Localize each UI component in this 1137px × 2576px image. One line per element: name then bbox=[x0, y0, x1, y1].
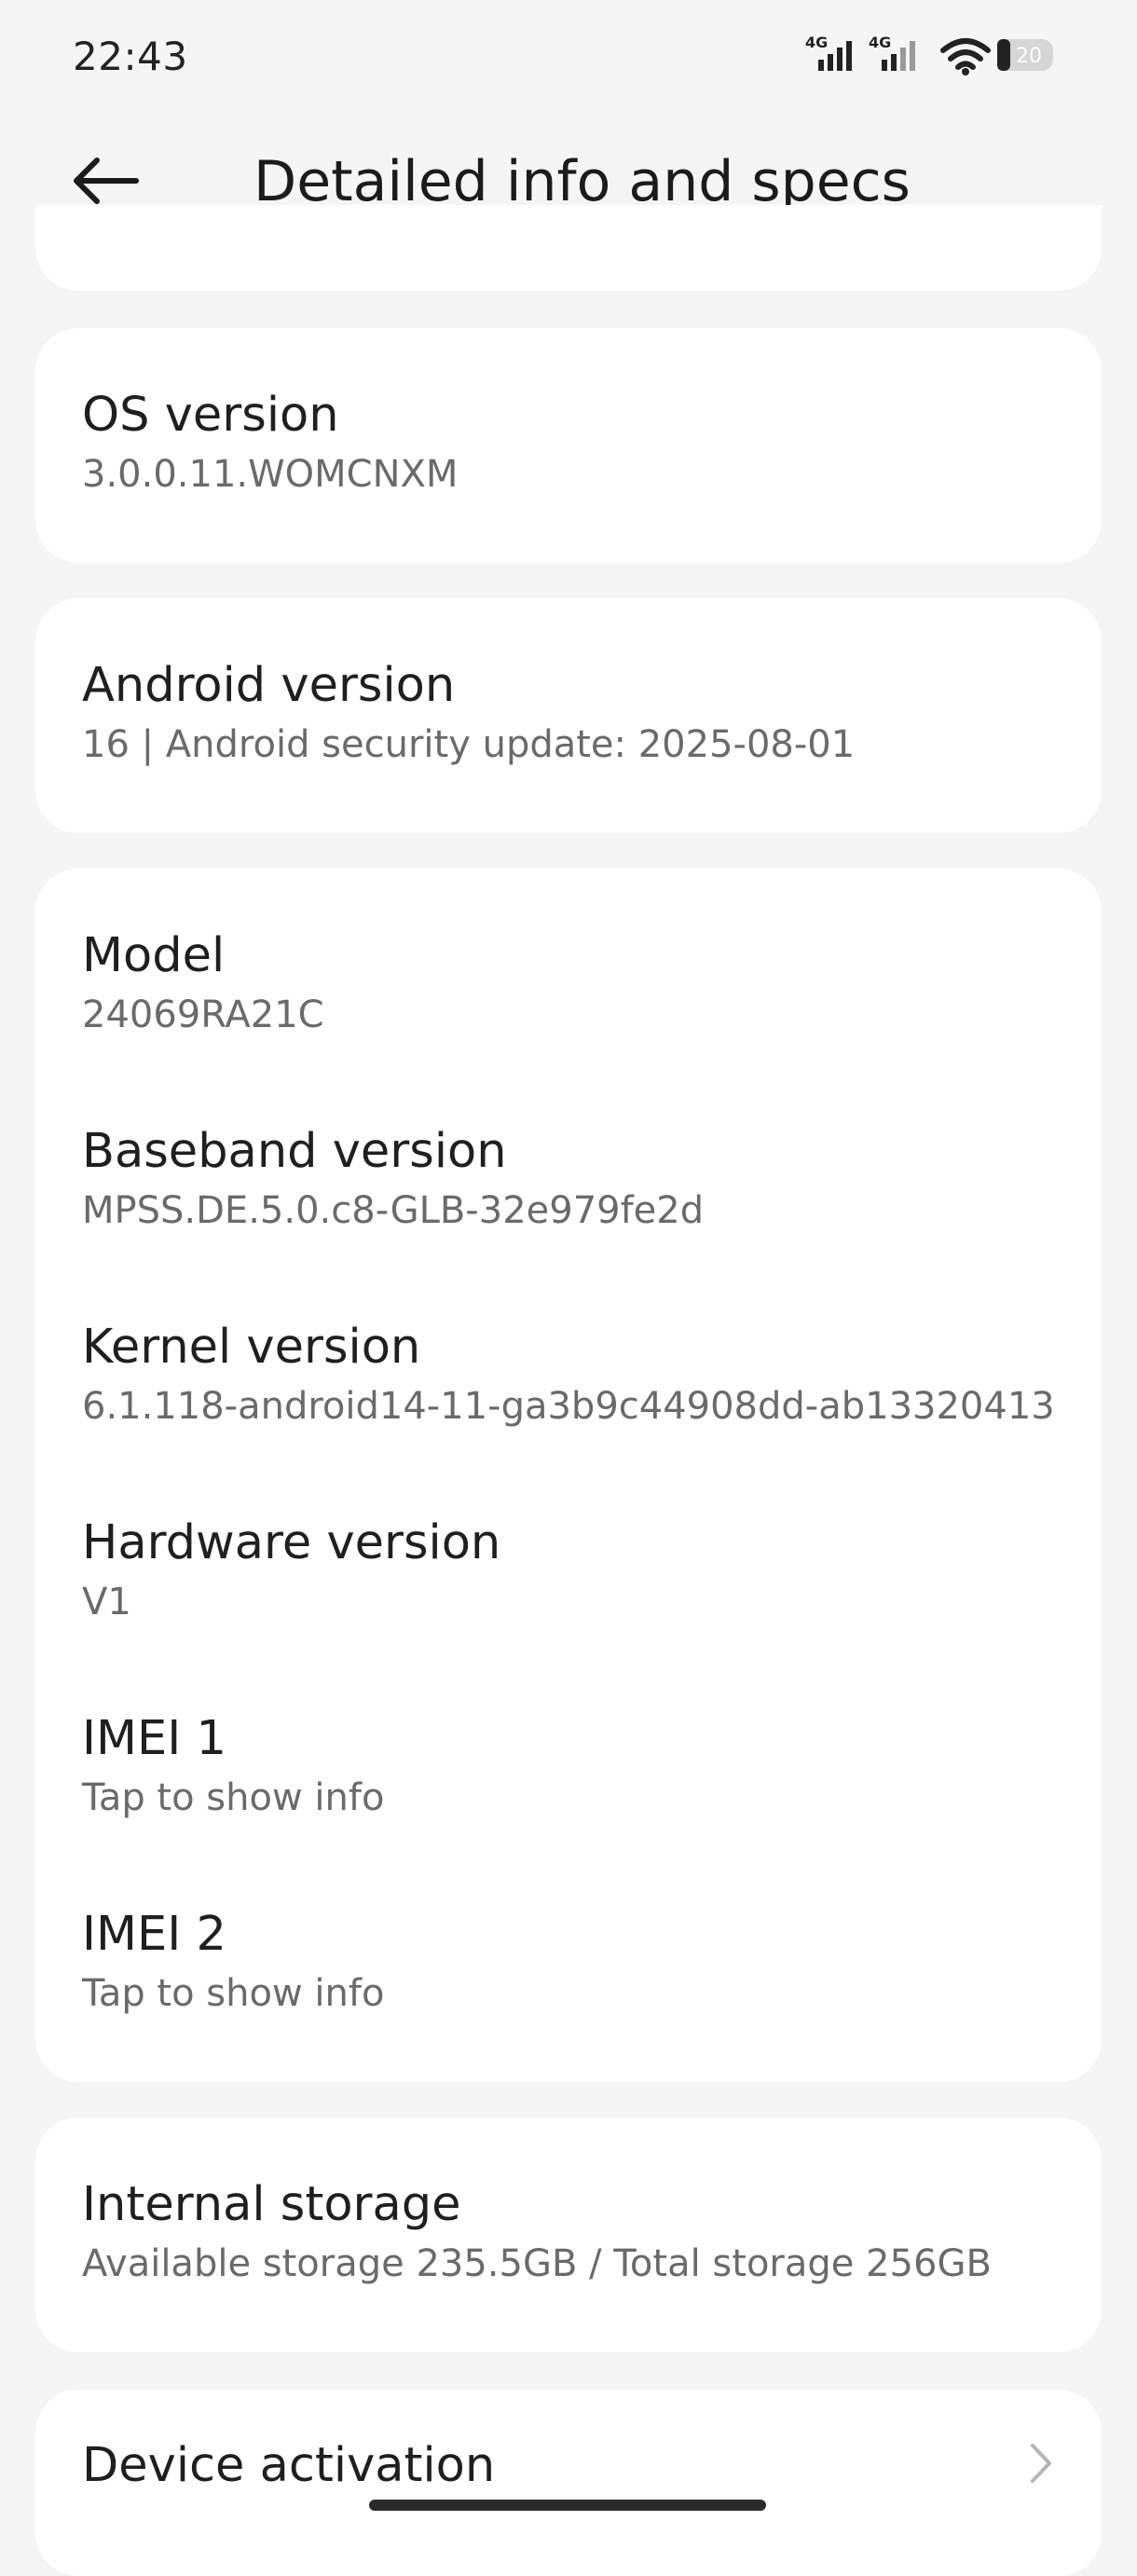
status-icons-svg: 4G 4G 20 bbox=[805, 34, 1053, 75]
android-version-item: Android version 16 | Android security up… bbox=[82, 658, 1051, 768]
hardware-version-value: V1 bbox=[82, 1581, 131, 1624]
kernel-version-item: Kernel version 6.1.118-android14-11-ga3b… bbox=[82, 1320, 1055, 1430]
model-value: 24069RA21C bbox=[82, 993, 324, 1036]
wifi-icon bbox=[940, 38, 991, 75]
os-version-item: OS version 3.0.0.11.WOMCNXM bbox=[82, 388, 1051, 498]
android-version-value: 16 | Android security update: 2025-08-01 bbox=[82, 723, 856, 766]
baseband-version-title: Baseband version bbox=[82, 1124, 507, 1179]
home-indicator[interactable] bbox=[369, 2500, 766, 2511]
network-type-1: 4G bbox=[805, 34, 828, 51]
hardware-version-item: Hardware version V1 bbox=[82, 1515, 1051, 1625]
imei-2-title: IMEI 2 bbox=[82, 1907, 226, 1962]
imei-2-value: Tap to show info bbox=[82, 1972, 385, 2015]
kernel-version-value: 6.1.118-android14-11-ga3b9c44908dd-ab133… bbox=[82, 1385, 1055, 1428]
device-activation-title: Device activation bbox=[82, 2438, 496, 2493]
signal-icon-2: 4G bbox=[869, 34, 915, 71]
imei-1-item[interactable]: IMEI 1 Tap to show info bbox=[82, 1711, 1051, 1821]
signal-icon-1: 4G bbox=[805, 34, 852, 71]
os-version-value: 3.0.0.11.WOMCNXM bbox=[82, 453, 459, 496]
chevron-right-icon bbox=[1027, 2440, 1055, 2490]
hardware-version-title: Hardware version bbox=[82, 1515, 501, 1570]
os-version-card: OS version 3.0.0.11.WOMCNXM bbox=[35, 328, 1102, 563]
os-version-title: OS version bbox=[82, 388, 339, 443]
kernel-version-title: Kernel version bbox=[82, 1320, 421, 1375]
imei-1-title: IMEI 1 bbox=[82, 1711, 226, 1766]
internal-storage-card[interactable]: Internal storage Available storage 235.5… bbox=[35, 2117, 1102, 2352]
model-title: Model bbox=[82, 928, 226, 983]
internal-storage-title: Internal storage bbox=[82, 2177, 461, 2232]
android-version-card: Android version 16 | Android security up… bbox=[35, 598, 1102, 833]
device-activation-card[interactable]: Device activation bbox=[35, 2390, 1102, 2576]
internal-storage-value: Available storage 235.5GB / Total storag… bbox=[82, 2242, 992, 2285]
status-time: 22:43 bbox=[73, 34, 188, 79]
android-version-title: Android version bbox=[82, 658, 456, 713]
battery-icon: 20 bbox=[997, 39, 1053, 71]
internal-storage-item: Internal storage Available storage 235.5… bbox=[82, 2177, 1089, 2287]
network-type-2: 4G bbox=[869, 34, 891, 51]
status-bar: 22:43 4G 4G 20 bbox=[0, 0, 1137, 112]
previous-card-peek bbox=[35, 205, 1102, 291]
baseband-version-value: MPSS.DE.5.0.c8-GLB-32e979fe2d bbox=[82, 1189, 705, 1232]
device-activation-item: Device activation bbox=[82, 2438, 1051, 2494]
battery-level: 20 bbox=[1016, 45, 1042, 68]
device-specs-card: Model 24069RA21C Baseband version MPSS.D… bbox=[35, 869, 1102, 2082]
baseband-version-item: Baseband version MPSS.DE.5.0.c8-GLB-32e9… bbox=[82, 1124, 1051, 1234]
model-item: Model 24069RA21C bbox=[82, 928, 1051, 1038]
status-icons: 4G 4G 20 bbox=[805, 32, 1057, 78]
imei-1-value: Tap to show info bbox=[82, 1776, 385, 1819]
back-arrow-icon bbox=[74, 158, 139, 204]
imei-2-item[interactable]: IMEI 2 Tap to show info bbox=[82, 1907, 1051, 2017]
